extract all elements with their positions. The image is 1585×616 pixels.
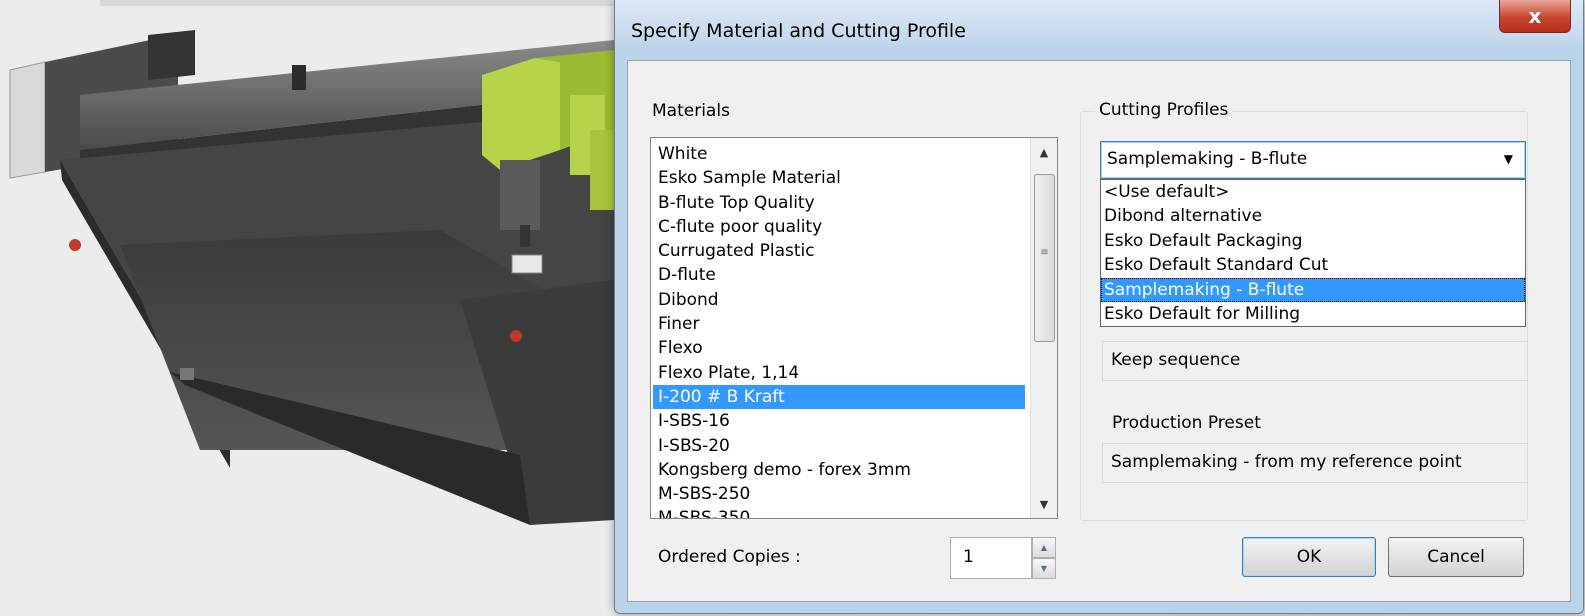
material-list-item[interactable]: Esko Sample Material xyxy=(653,166,1025,190)
cutting-profile-dropdown[interactable]: <Use default> Dibond alternative Esko Defa… xyxy=(1100,179,1526,327)
material-list-item[interactable]: Dibond xyxy=(653,288,1025,312)
material-list-item[interactable]: I-SBS-20 xyxy=(653,434,1025,458)
material-list-item[interactable]: D-flute xyxy=(653,263,1025,287)
ordered-copies-label: Ordered Copies : xyxy=(658,547,801,567)
production-preset-value: Samplemaking - from my reference point xyxy=(1111,452,1462,472)
close-icon: x xyxy=(1528,4,1542,28)
production-preset-label: Production Preset xyxy=(1112,413,1261,433)
ok-button[interactable]: OK xyxy=(1242,537,1376,577)
material-list-item[interactable]: Kongsberg demo - forex 3mm xyxy=(653,458,1025,482)
cutting-profile-selected: Samplemaking - B-flute xyxy=(1107,149,1308,169)
ordered-copies-spinner[interactable]: ▲ ▼ xyxy=(1032,537,1056,579)
ordered-copies-input[interactable]: 1 xyxy=(950,537,1032,579)
cutting-profile-select[interactable]: Samplemaking - B-flute ▼ xyxy=(1100,141,1526,179)
scroll-thumb[interactable]: ≡ xyxy=(1034,174,1055,342)
cutting-profile-option[interactable]: <Use default> xyxy=(1101,180,1525,204)
materials-list-items: White Esko Sample Material B-flute Top Qu… xyxy=(653,142,1025,518)
material-list-item[interactable]: Flexo xyxy=(653,336,1025,360)
materials-listbox[interactable]: White Esko Sample Material B-flute Top Qu… xyxy=(650,137,1058,519)
cutting-profile-option[interactable]: Dibond alternative xyxy=(1101,204,1525,228)
material-list-item[interactable]: B-flute Top Quality xyxy=(653,191,1025,215)
material-list-item[interactable]: I-SBS-16 xyxy=(653,409,1025,433)
scroll-down-icon[interactable]: ▼ xyxy=(1031,492,1057,516)
ok-button-label: OK xyxy=(1296,547,1322,567)
cancel-button[interactable]: Cancel xyxy=(1388,537,1524,577)
ordered-copies-value: 1 xyxy=(963,547,974,567)
material-profile-dialog: Specify Material and Cutting Profile x M… xyxy=(614,0,1584,614)
material-list-item[interactable]: M-SBS-350 xyxy=(653,506,1025,518)
spin-down-icon[interactable]: ▼ xyxy=(1032,558,1056,579)
cutting-profile-option[interactable]: Esko Default for Milling xyxy=(1101,302,1525,326)
dropdown-arrow-icon: ▼ xyxy=(1503,152,1513,166)
spin-up-icon[interactable]: ▲ xyxy=(1032,537,1056,558)
material-list-item[interactable]: White xyxy=(653,142,1025,166)
cutting-profile-option[interactable]: Samplemaking - B-flute xyxy=(1101,277,1525,302)
cutting-profile-option[interactable]: Esko Default Standard Cut xyxy=(1101,253,1525,277)
materials-label: Materials xyxy=(652,101,730,121)
scroll-up-icon[interactable]: ▲ xyxy=(1031,140,1057,164)
material-list-item[interactable]: Currugated Plastic xyxy=(653,239,1025,263)
material-list-item[interactable]: C-flute poor quality xyxy=(653,215,1025,239)
cancel-button-label: Cancel xyxy=(1427,547,1485,567)
close-button[interactable]: x xyxy=(1499,0,1571,33)
material-list-item[interactable]: I-200 # B Kraft xyxy=(653,384,1025,410)
dialog-title: Specify Material and Cutting Profile xyxy=(631,20,966,42)
cutting-profile-option[interactable]: Esko Default Packaging xyxy=(1101,229,1525,253)
material-list-item[interactable]: Finer xyxy=(653,312,1025,336)
material-list-item[interactable]: M-SBS-250 xyxy=(653,482,1025,506)
material-list-item[interactable]: Flexo Plate, 1,14 xyxy=(653,361,1025,385)
grip-icon: ≡ xyxy=(1040,247,1049,258)
sequence-value: Keep sequence xyxy=(1111,350,1241,370)
dialog-client-area: Materials White Esko Sample Material B-fl… xyxy=(627,60,1571,602)
materials-scrollbar[interactable]: ▲ ≡ ▼ xyxy=(1030,138,1057,518)
sequence-field: Keep sequence xyxy=(1102,341,1528,381)
dialog-titlebar[interactable]: Specify Material and Cutting Profile x xyxy=(615,0,1583,44)
cutting-profiles-label: Cutting Profiles xyxy=(1095,100,1233,120)
production-preset-field: Samplemaking - from my reference point xyxy=(1102,443,1528,483)
